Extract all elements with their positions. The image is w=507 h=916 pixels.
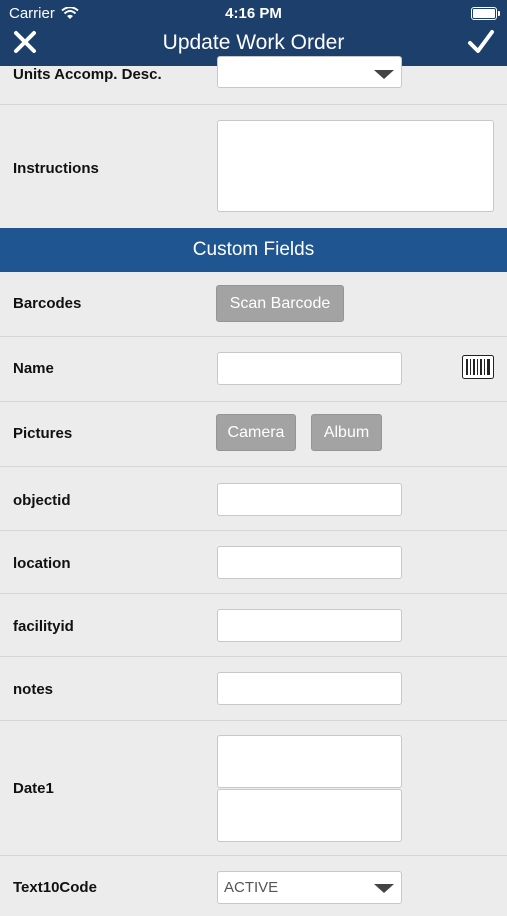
scan-barcode-button[interactable]: Scan Barcode [216, 285, 344, 322]
barcode-icon[interactable] [462, 355, 494, 379]
objectid-input[interactable] [217, 483, 402, 516]
facilityid-label: facilityid [13, 618, 74, 635]
notes-label: notes [13, 681, 54, 698]
notes-input[interactable] [217, 672, 402, 705]
pictures-label: Pictures [13, 425, 73, 442]
name-row: Name [0, 337, 507, 402]
custom-fields-header: Custom Fields [0, 228, 507, 272]
clock: 4:16 PM [225, 5, 282, 22]
dropdown-arrow-icon [374, 884, 394, 893]
location-row: location [0, 531, 507, 594]
page-title: Update Work Order [162, 31, 345, 54]
units-accomp-desc-select[interactable] [217, 56, 402, 88]
date1-date-input[interactable] [217, 735, 402, 788]
name-input[interactable] [217, 352, 402, 385]
text10code-value: ACTIVE [224, 879, 279, 896]
text10code-select[interactable]: ACTIVE [217, 871, 402, 904]
status-bar: Carrier 4:16 PM [0, 0, 507, 26]
objectid-label: objectid [13, 492, 71, 509]
facilityid-row: facilityid [0, 594, 507, 657]
units-accomp-desc-label: Units Accomp. Desc. [13, 66, 162, 83]
pictures-row: Pictures Camera Album [0, 402, 507, 467]
camera-button[interactable]: Camera [216, 414, 296, 451]
text10code-label: Text10Code [13, 879, 97, 896]
notes-row: notes [0, 657, 507, 721]
objectid-row: objectid [0, 467, 507, 531]
battery-icon [471, 7, 500, 20]
date1-time-input[interactable] [217, 789, 402, 842]
text10code-row: Text10Code ACTIVE [0, 856, 507, 916]
dropdown-arrow-icon [374, 70, 394, 79]
date1-row: Date1 [0, 721, 507, 856]
units-accomp-desc-row: Units Accomp. Desc. [0, 56, 507, 105]
facilityid-input[interactable] [217, 609, 402, 642]
name-label: Name [13, 360, 54, 377]
barcodes-row: Barcodes Scan Barcode [0, 272, 507, 337]
instructions-row: Instructions [0, 105, 507, 228]
location-input[interactable] [217, 546, 402, 579]
instructions-label: Instructions [13, 160, 99, 177]
checkmark-icon[interactable] [467, 29, 495, 55]
barcodes-label: Barcodes [13, 295, 82, 312]
instructions-textarea[interactable] [217, 120, 494, 212]
location-label: location [13, 555, 71, 572]
album-button[interactable]: Album [311, 414, 382, 451]
date1-label: Date1 [13, 780, 54, 797]
